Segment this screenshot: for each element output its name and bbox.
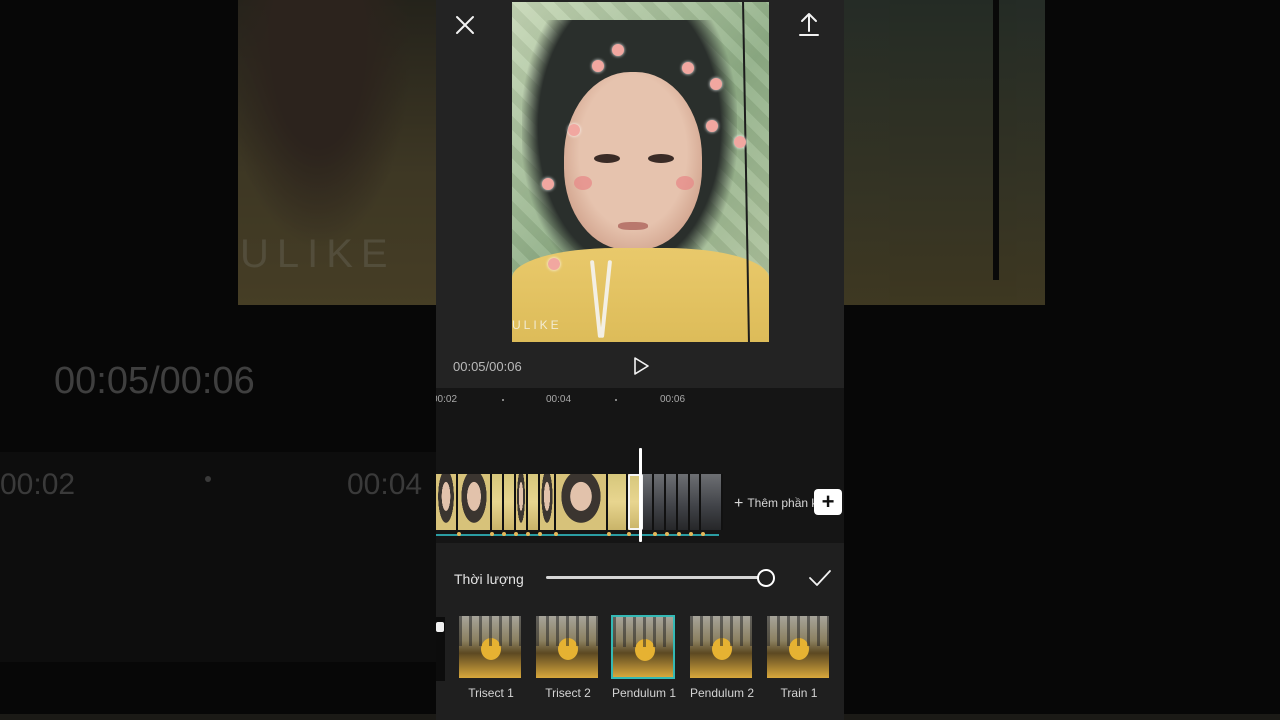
ruler-dot xyxy=(615,399,617,401)
play-icon xyxy=(634,357,649,375)
backdrop-timecode: 00:05/00:06 xyxy=(54,360,255,402)
add-part-label: Thêm phần k xyxy=(747,496,818,510)
transition-dot[interactable] xyxy=(514,532,518,536)
playback-timecode: 00:05/00:06 xyxy=(453,359,522,374)
clip-frame xyxy=(540,474,556,530)
duration-slider[interactable] xyxy=(546,576,770,579)
clip-frame xyxy=(504,474,516,530)
preview-lips xyxy=(618,222,648,230)
preview-eye xyxy=(648,154,674,163)
transition-label: Pendulum 2 xyxy=(689,686,755,700)
transition-item[interactable]: Pendulum 2 xyxy=(689,615,755,700)
heart-sticker xyxy=(592,60,604,72)
playhead[interactable] xyxy=(639,448,642,542)
preview-face xyxy=(564,72,702,250)
heart-sticker xyxy=(734,136,746,148)
play-button[interactable] xyxy=(631,356,651,376)
backdrop-watermark: ULIKE xyxy=(240,232,396,276)
heart-sticker xyxy=(612,44,624,56)
clip-frame xyxy=(516,474,528,530)
transition-dot[interactable] xyxy=(554,532,558,536)
transition-item[interactable]: Trisect 2 xyxy=(535,615,601,700)
transition-label: Train 1 xyxy=(780,686,818,700)
heart-sticker xyxy=(548,258,560,270)
clip-frame xyxy=(690,474,701,530)
transition-dot[interactable] xyxy=(665,532,669,536)
duration-label: Thời lượng xyxy=(454,571,524,587)
add-clip-button[interactable]: + xyxy=(814,489,842,515)
preview-blush xyxy=(574,176,592,190)
export-button[interactable] xyxy=(796,11,822,39)
editor-screen: ULIKE 00:05/00:06 00:02 00:04 00:06 xyxy=(436,0,844,720)
heart-sticker xyxy=(568,124,580,136)
clip-frame xyxy=(666,474,678,530)
heart-sticker xyxy=(542,178,554,190)
transition-dot[interactable] xyxy=(701,532,705,536)
video-preview[interactable]: ULIKE xyxy=(512,2,769,342)
transition-thumbnail xyxy=(689,615,753,679)
ruler-label: 00:06 xyxy=(660,394,686,405)
transition-thumbnail xyxy=(766,615,830,679)
transition-item[interactable]: Trisect 1 xyxy=(458,615,524,700)
heart-sticker xyxy=(706,120,718,132)
ruler-label: 00:02 xyxy=(436,394,458,405)
clip-frame xyxy=(436,474,458,530)
backdrop-ruler-label: 00:02 xyxy=(0,468,76,501)
confirm-button[interactable] xyxy=(808,568,832,588)
close-icon xyxy=(456,16,474,34)
transition-thumbnail xyxy=(535,615,599,679)
transition-item-selected[interactable]: Pendulum 1 xyxy=(611,615,677,700)
transition-thumbnail xyxy=(611,615,675,679)
clip-frame xyxy=(492,474,504,530)
transition-dot[interactable] xyxy=(490,532,494,536)
transition-dot[interactable] xyxy=(627,532,631,536)
transition-dot[interactable] xyxy=(526,532,530,536)
preview-blush xyxy=(676,176,694,190)
upload-icon xyxy=(799,13,819,36)
transition-list: Trisect 1 Trisect 2 Pendulum 1 Pendulum … xyxy=(436,615,844,715)
preview-watermark: ULIKE xyxy=(512,318,562,332)
clip-frame xyxy=(642,474,654,530)
backdrop-ruler-label: 00:04 xyxy=(347,468,423,501)
transition-dot[interactable] xyxy=(653,532,657,536)
backdrop-ruler-dot xyxy=(205,476,211,482)
clip-strip[interactable] xyxy=(436,474,725,530)
clip-frame xyxy=(608,474,628,530)
ruler-label: 00:04 xyxy=(546,394,572,405)
transition-dot[interactable] xyxy=(607,532,611,536)
transition-dot[interactable] xyxy=(538,532,542,536)
checkmark-icon xyxy=(809,570,831,586)
clip-frame xyxy=(701,474,723,530)
ruler-dot xyxy=(502,399,504,401)
duration-slider-thumb[interactable] xyxy=(756,569,775,587)
transition-dot[interactable] xyxy=(689,532,693,536)
transition-thumbnail xyxy=(458,615,522,679)
transition-dot[interactable] xyxy=(677,532,681,536)
transition-label: Trisect 1 xyxy=(468,686,514,700)
backdrop-photo-right xyxy=(843,0,1045,305)
close-button[interactable] xyxy=(452,12,478,38)
transition-label: Trisect 2 xyxy=(545,686,591,700)
clip-frame xyxy=(678,474,690,530)
heart-sticker xyxy=(710,78,722,90)
clip-frame xyxy=(654,474,666,530)
add-part-link[interactable]: + Thêm phần k xyxy=(734,494,817,512)
transition-dot[interactable] xyxy=(457,532,461,536)
plus-icon: + xyxy=(734,495,744,512)
clip-frame xyxy=(556,474,608,530)
preview-eye xyxy=(594,154,620,163)
transition-label: Pendulum 1 xyxy=(611,686,677,700)
heart-sticker xyxy=(682,62,694,74)
clip-frame xyxy=(528,474,540,530)
transition-item[interactable]: Train 1 xyxy=(766,615,832,700)
transition-dot[interactable] xyxy=(502,532,506,536)
clip-frame xyxy=(458,474,492,530)
